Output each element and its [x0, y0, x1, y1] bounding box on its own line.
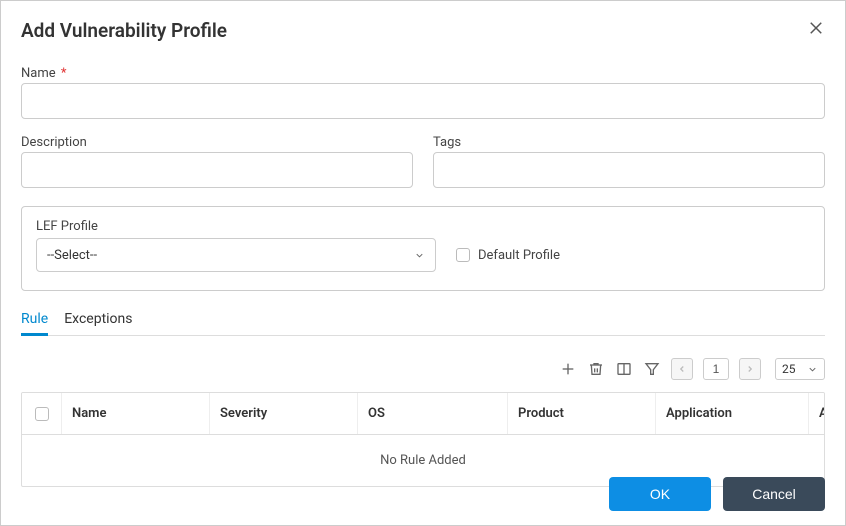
col-severity[interactable]: Severity	[210, 393, 358, 434]
page-size-value: 25	[782, 362, 796, 376]
filter-icon[interactable]	[643, 360, 661, 378]
name-field[interactable]	[21, 83, 825, 119]
col-product[interactable]: Product	[508, 393, 656, 434]
select-all-checkbox[interactable]	[22, 393, 62, 434]
name-label-text: Name	[21, 66, 56, 81]
description-label: Description	[21, 135, 413, 150]
tab-exceptions[interactable]: Exceptions	[64, 307, 132, 335]
table-header-row: Name Severity OS Product Application A	[22, 393, 824, 435]
default-profile-checkbox[interactable]: Default Profile	[456, 248, 560, 263]
lef-select-value: --Select--	[47, 248, 97, 263]
default-profile-label: Default Profile	[478, 248, 560, 263]
prev-page-button[interactable]	[671, 358, 693, 380]
col-last[interactable]: A	[809, 393, 825, 434]
chevron-down-icon	[414, 250, 425, 261]
next-page-button[interactable]	[739, 358, 761, 380]
cancel-button[interactable]: Cancel	[723, 477, 825, 511]
tabs: Rule Exceptions	[21, 307, 825, 336]
tab-rule[interactable]: Rule	[21, 307, 48, 336]
columns-icon[interactable]	[615, 360, 633, 378]
col-application[interactable]: Application	[656, 393, 809, 434]
name-label: Name *	[21, 66, 825, 81]
col-os[interactable]: OS	[358, 393, 508, 434]
description-field[interactable]	[21, 152, 413, 188]
trash-icon[interactable]	[587, 360, 605, 378]
page-size-select[interactable]: 25	[775, 358, 825, 380]
tags-field[interactable]	[433, 152, 825, 188]
close-icon[interactable]	[807, 19, 825, 37]
lef-select[interactable]: --Select--	[36, 238, 436, 272]
lef-profile-section: LEF Profile --Select-- Default Profile	[21, 206, 825, 291]
ok-button[interactable]: OK	[609, 477, 711, 511]
col-name[interactable]: Name	[62, 393, 210, 434]
plus-icon[interactable]	[559, 360, 577, 378]
required-star-icon: *	[61, 66, 67, 81]
dialog-title: Add Vulnerability Profile	[21, 19, 227, 42]
page-number-input[interactable]	[703, 358, 729, 380]
tags-label: Tags	[433, 135, 825, 150]
checkbox-icon	[456, 248, 470, 262]
lef-label: LEF Profile	[36, 219, 810, 234]
rules-table: Name Severity OS Product Application A N…	[21, 392, 825, 487]
chevron-down-icon	[807, 364, 818, 375]
table-toolbar: 25	[21, 358, 825, 380]
